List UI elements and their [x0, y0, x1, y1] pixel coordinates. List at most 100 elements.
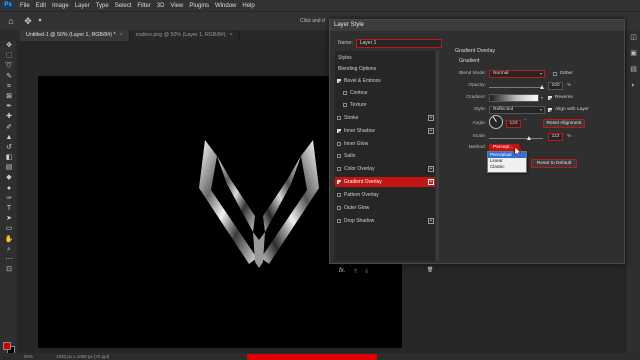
style-item-stroke[interactable]: Stroke + — [335, 113, 435, 123]
menu-window[interactable]: Window — [212, 3, 239, 9]
style-item-contour[interactable]: Contour — [335, 88, 435, 98]
move-tool-icon[interactable]: ✥ — [22, 15, 34, 27]
checkbox[interactable] — [343, 91, 347, 95]
angle-dial[interactable] — [489, 115, 503, 129]
style-item-drop-shadow[interactable]: Drop Shadow + — [335, 216, 435, 226]
menu-view[interactable]: View — [167, 3, 186, 9]
menu-filter[interactable]: Filter — [134, 3, 153, 9]
move-tool-icon[interactable]: ✥ — [0, 41, 18, 51]
checkbox[interactable] — [337, 154, 341, 158]
gradient-preview[interactable] — [489, 94, 539, 102]
crop-tool-icon[interactable]: ⌗ — [0, 82, 18, 92]
dither-checkbox[interactable] — [553, 72, 557, 76]
styles-list-scrollbar[interactable] — [436, 51, 439, 261]
scale-slider[interactable] — [489, 138, 543, 139]
checkbox[interactable] — [337, 193, 341, 197]
menu-plugins[interactable]: Plugins — [186, 3, 212, 9]
menu-edit[interactable]: Edit — [33, 3, 49, 9]
home-icon[interactable]: ⌂ — [5, 15, 17, 27]
healing-brush-icon[interactable]: ✚ — [0, 112, 18, 122]
checkbox[interactable] — [337, 129, 341, 133]
move-up-icon[interactable]: ⇑ — [353, 268, 358, 275]
scale-slider-knob[interactable] — [527, 136, 531, 140]
add-icon[interactable]: + — [428, 166, 434, 172]
zoom-tool-icon[interactable]: ⌕ — [0, 245, 18, 255]
checkbox[interactable] — [337, 116, 341, 120]
stamp-tool-icon[interactable]: ▲ — [0, 133, 18, 143]
checkbox[interactable] — [337, 180, 341, 184]
marquee-tool-icon[interactable]: ⬚ — [0, 51, 18, 61]
panel-icon[interactable]: ▤ — [626, 62, 640, 78]
reverse-checkbox[interactable] — [548, 96, 552, 100]
style-item-inner-shadow[interactable]: Inner Shadow + — [335, 126, 435, 136]
shape-tool-icon[interactable]: ▭ — [0, 224, 18, 234]
move-down-icon[interactable]: ⇓ — [364, 268, 369, 275]
styles-header[interactable]: Styles — [335, 53, 435, 63]
menu-layer[interactable]: Layer — [72, 3, 93, 9]
add-icon[interactable]: + — [428, 128, 434, 134]
checkbox[interactable] — [343, 103, 347, 107]
name-field[interactable]: Layer 1 — [355, 38, 442, 48]
menu-file[interactable]: File — [17, 3, 33, 9]
checkbox[interactable] — [337, 206, 341, 210]
style-item-texture[interactable]: Texture — [335, 100, 435, 110]
style-item-gradient-overlay[interactable]: Gradient Overlay + — [335, 177, 435, 187]
opacity-input[interactable]: 100 — [548, 82, 563, 90]
dodge-tool-icon[interactable]: ● — [0, 184, 18, 194]
style-item-inner-glow[interactable]: Inner Glow — [335, 139, 435, 149]
menu-3d[interactable]: 3D — [154, 3, 168, 9]
trash-icon[interactable]: 🗑 — [427, 267, 433, 273]
gradient-tool-icon[interactable]: ▤ — [0, 163, 18, 173]
method-option-classic[interactable]: Classic — [488, 164, 526, 170]
menu-type[interactable]: Type — [93, 3, 112, 9]
history-brush-icon[interactable]: ↺ — [0, 143, 18, 153]
add-icon[interactable]: + — [428, 179, 434, 185]
type-tool-icon[interactable]: T — [0, 204, 18, 214]
lasso-tool-icon[interactable]: ➰ — [0, 61, 18, 71]
reset-alignment-button[interactable]: Reset Alignment — [543, 119, 585, 128]
brush-tool-icon[interactable]: ✐ — [0, 123, 18, 133]
menu-select[interactable]: Select — [112, 3, 135, 9]
checkbox[interactable] — [337, 167, 341, 171]
fx-icon[interactable]: fx. — [339, 268, 345, 274]
add-icon[interactable]: + — [428, 115, 434, 121]
style-item-outer-glow[interactable]: Outer Glow — [335, 203, 435, 213]
style-item-pattern-overlay[interactable]: Pattern Overlay — [335, 190, 435, 200]
opacity-slider-knob[interactable] — [540, 85, 544, 89]
align-with-layer-checkbox[interactable] — [548, 108, 552, 112]
style-select[interactable]: Reflected ▾ — [489, 106, 545, 114]
blend-mode-select[interactable]: Normal ▾ — [489, 70, 545, 78]
style-item-bevel-emboss[interactable]: Bevel & Emboss — [335, 76, 435, 86]
checkbox[interactable] — [337, 219, 341, 223]
eyedropper-tool-icon[interactable]: ✒ — [0, 102, 18, 112]
panel-icon[interactable]: ◫ — [626, 30, 640, 46]
scale-input[interactable]: 113 — [548, 133, 563, 141]
frame-tool-icon[interactable]: ⊠ — [0, 92, 18, 102]
foreground-color-swatch[interactable] — [3, 342, 11, 350]
style-item-color-overlay[interactable]: Color Overlay + — [335, 164, 435, 174]
eraser-tool-icon[interactable]: ◧ — [0, 153, 18, 163]
quick-select-tool-icon[interactable]: ✎ — [0, 72, 18, 82]
style-item-satin[interactable]: Satin — [335, 151, 435, 161]
opacity-slider[interactable] — [489, 87, 543, 88]
blending-options-item[interactable]: Blending Options — [335, 64, 435, 74]
panel-icon[interactable]: ◐ — [626, 78, 640, 94]
reset-to-default-button[interactable]: Reset to Default — [531, 159, 577, 168]
checkbox[interactable] — [337, 79, 341, 83]
menu-image[interactable]: Image — [49, 3, 72, 9]
checkbox[interactable] — [337, 142, 341, 146]
pen-tool-icon[interactable]: ✑ — [0, 194, 18, 204]
more-tools-icon[interactable]: ⋯ — [0, 255, 18, 265]
zoom-level[interactable]: 50% — [24, 353, 33, 360]
path-select-icon[interactable]: ➤ — [0, 214, 18, 224]
chevron-down-icon[interactable]: ▾ — [34, 15, 46, 27]
chevron-down-icon[interactable]: ▾ — [541, 95, 543, 100]
edit-toolbar-icon[interactable]: ⊡ — [0, 265, 18, 275]
menu-help[interactable]: Help — [239, 3, 257, 9]
blur-tool-icon[interactable]: ◆ — [0, 173, 18, 183]
panel-icon[interactable]: ▣ — [626, 46, 640, 62]
tab-untitled-1[interactable]: Untitled-1 @ 50% (Layer 1, RGB/8#) * × — [20, 30, 130, 41]
hand-tool-icon[interactable]: ✋ — [0, 235, 18, 245]
close-icon[interactable]: × — [120, 32, 123, 38]
add-icon[interactable]: + — [428, 218, 434, 224]
